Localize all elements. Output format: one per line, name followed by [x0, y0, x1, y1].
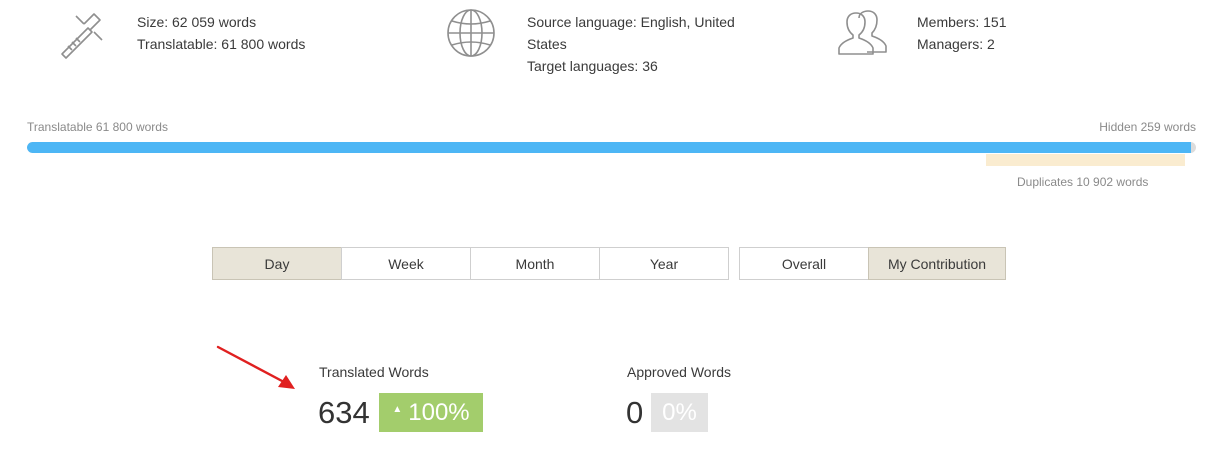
target-languages-line: Target languages: 36: [527, 58, 658, 74]
members-line: Members: 151: [917, 14, 1007, 30]
tab-overall[interactable]: Overall: [739, 247, 869, 280]
tab-year-label: Year: [649, 255, 679, 272]
languages-info: Source language: English, United States …: [527, 11, 735, 77]
members-info: Members: 151 Managers: 2: [917, 11, 1006, 55]
translated-words-value: 634: [318, 395, 370, 430]
size-info: Size: 62 059 words Translatable: 61 800 …: [137, 11, 305, 55]
translatable-line: Translatable: 61 800 words: [137, 36, 306, 52]
translated-change-value: 100%: [408, 398, 470, 426]
tab-my-contribution-label: My Contribution: [887, 255, 987, 272]
duplicates-band: [986, 154, 1185, 166]
triangle-up-icon: ▲: [392, 404, 403, 415]
translated-words-label: Translated Words: [319, 364, 429, 380]
tab-month[interactable]: Month: [470, 247, 600, 280]
tab-week-label: Week: [388, 255, 424, 272]
approved-change-value: 0%: [662, 398, 697, 426]
tab-year[interactable]: Year: [599, 247, 729, 280]
tab-month-label: Month: [515, 255, 555, 272]
managers-line: Managers: 2: [917, 36, 995, 52]
tab-week[interactable]: Week: [341, 247, 471, 280]
tab-day-label: Day: [264, 255, 290, 272]
duplicates-label: Duplicates 10 902 words: [1017, 175, 1149, 189]
caliper-icon: [54, 6, 110, 62]
globe-icon: [443, 6, 499, 62]
red-arrow-icon: [216, 345, 295, 389]
source-language-line: Source language: English, United: [527, 14, 735, 30]
translatable-fill: [27, 142, 1192, 153]
source-language-line-cont: States: [527, 36, 567, 52]
tab-day[interactable]: Day: [212, 247, 342, 280]
tab-my-contribution[interactable]: My Contribution: [868, 247, 1006, 280]
approved-words-value: 0: [626, 395, 644, 430]
tab-overall-label: Overall: [781, 255, 827, 272]
approved-change-badge: 0%: [651, 393, 708, 432]
users-icon: [833, 6, 889, 62]
size-line: Size: 62 059 words: [137, 14, 257, 30]
translation-progress-bar: [27, 142, 1196, 153]
hidden-label: Hidden 259 words: [1099, 120, 1196, 134]
approved-words-label: Approved Words: [627, 364, 732, 380]
translatable-label: Translatable 61 800 words: [27, 120, 168, 134]
translated-change-badge: ▲ 100%: [379, 393, 483, 432]
